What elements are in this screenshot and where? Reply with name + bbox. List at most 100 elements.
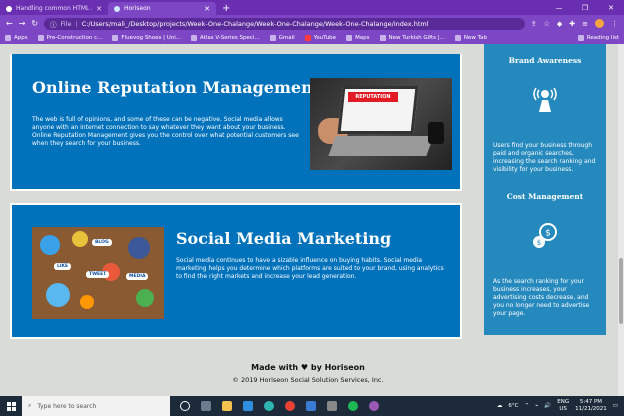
maps-icon	[346, 35, 353, 41]
puzzle-icon[interactable]: ✚	[569, 20, 575, 28]
tab-title: Horiseon	[124, 5, 151, 12]
bookmark-gmail[interactable]: Gmail	[269, 35, 295, 41]
section-title: Social Media Marketing	[176, 229, 392, 248]
brand-awareness-text: Users find your business through paid an…	[493, 142, 596, 173]
tab-favicon-icon	[114, 5, 120, 12]
image-label: TWEET	[86, 271, 110, 278]
close-window-icon[interactable]: ✕	[598, 4, 624, 12]
task-view-icon[interactable]	[180, 401, 190, 411]
page-viewport: Online Reputation Management The web is …	[0, 44, 624, 396]
search-icon: ⌕	[28, 402, 32, 409]
address-bar[interactable]: ⓘ File | C:/Users/mali_/Desktop/projects…	[44, 17, 525, 30]
coins-gear-icon: $ $	[533, 223, 557, 248]
bookmark-star-icon[interactable]: ☆	[544, 20, 550, 28]
close-tab-icon[interactable]: ✕	[204, 5, 210, 13]
section-title: Online Reputation Management	[32, 78, 321, 97]
language-indicator[interactable]: ENG US	[557, 399, 569, 413]
minimize-icon[interactable]: —	[546, 4, 572, 12]
bookmark-favicon-icon	[379, 35, 386, 41]
mail-icon[interactable]	[306, 401, 316, 411]
bookmark-favicon-icon	[112, 35, 119, 41]
share-icon[interactable]: ⇪	[531, 20, 537, 28]
spotify-icon[interactable]	[348, 401, 358, 411]
network-icon[interactable]: ⌁	[535, 403, 538, 409]
page-scrollbar[interactable]	[618, 44, 624, 396]
svg-text:$: $	[545, 229, 551, 239]
close-tab-icon[interactable]: ✕	[96, 5, 102, 13]
section-text: Social media continues to have a sizable…	[176, 257, 444, 280]
cost-management-title: Cost Management	[506, 192, 584, 201]
scheme-label: File	[60, 19, 72, 28]
windows-taskbar: ⌕ Type here to search ☁ 6°C ⌃ ⌁ 🔊 ENG US…	[0, 396, 624, 416]
bookmark-item[interactable]: Fluevog Shoes | Uni...	[112, 35, 181, 41]
scrollbar-thumb[interactable]	[619, 258, 623, 324]
bookmark-favicon-icon	[454, 35, 461, 41]
search-placeholder: Type here to search	[37, 402, 97, 410]
volume-icon[interactable]: 🔊	[544, 403, 551, 409]
profile-avatar[interactable]	[595, 19, 604, 28]
section-text: The web is full of opinions, and some of…	[32, 116, 299, 147]
clock[interactable]: 5:47 PM 11/21/2021	[575, 399, 607, 413]
reload-icon[interactable]: ↻	[31, 19, 38, 28]
media-icon[interactable]: ≡	[582, 20, 588, 28]
weather-temp: 6°C	[508, 403, 519, 409]
forward-arrow-icon[interactable]: →	[19, 19, 26, 28]
svg-text:$: $	[537, 239, 541, 247]
browser-icon[interactable]	[369, 401, 379, 411]
widgets-icon[interactable]	[201, 401, 211, 411]
bookmark-favicon-icon	[37, 35, 44, 41]
reputation-laptop-image: REPUTATION	[310, 78, 452, 170]
cost-management-text: As the search ranking for your business …	[493, 278, 590, 317]
weather-icon[interactable]: ☁	[497, 403, 503, 409]
bookmark-new-tab[interactable]: New Tab	[454, 35, 487, 41]
taskbar-search-input[interactable]: ⌕ Type here to search	[22, 396, 170, 416]
new-tab-plus-icon[interactable]: +	[222, 3, 230, 14]
start-button[interactable]	[0, 396, 22, 416]
tray-chevron-icon[interactable]: ⌃	[524, 403, 529, 409]
reading-list[interactable]: Reading list	[577, 35, 619, 41]
back-arrow-icon[interactable]: ←	[6, 19, 13, 28]
notifications-icon[interactable]: ▭	[613, 403, 618, 409]
pinned-apps	[180, 401, 379, 411]
edge-icon[interactable]	[264, 401, 274, 411]
bookmark-favicon-icon	[191, 35, 198, 41]
bookmark-apps[interactable]: Apps	[5, 35, 28, 41]
bookmark-item[interactable]: Atlas V-Series Speci...	[191, 35, 260, 41]
extension-icon[interactable]: ◆	[557, 20, 562, 28]
brand-awareness-title: Brand Awareness	[508, 56, 582, 65]
bookmark-maps[interactable]: Maps	[346, 35, 370, 41]
social-media-image: BLOG TWEET MEDIA LIKE	[32, 227, 164, 319]
browser-toolbar: ← → ↻ ⓘ File | C:/Users/mali_/Desktop/pr…	[0, 15, 624, 32]
broadcast-person-icon	[533, 87, 557, 112]
system-tray: ☁ 6°C ⌃ ⌁ 🔊 ENG US 5:47 PM 11/21/2021 ▭	[497, 399, 624, 413]
tab-title: Handling common HTML and CS	[16, 5, 92, 12]
apps-grid-icon	[5, 35, 11, 41]
image-label: BLOG	[92, 239, 112, 246]
footer-made-with: Made with ♥ by Horiseon	[251, 363, 365, 372]
store-icon[interactable]	[327, 401, 337, 411]
url-text: C:/Users/mali_/Desktop/projects/Week-One…	[81, 19, 429, 28]
tab-handling-html[interactable]: Handling common HTML and CS ✕	[0, 2, 108, 15]
file-explorer-icon[interactable]	[222, 401, 232, 411]
chrome-icon[interactable]	[285, 401, 295, 411]
menu-kebab-icon[interactable]: ⋮	[611, 20, 618, 28]
reading-list-icon	[577, 35, 584, 41]
tab-favicon-icon	[6, 5, 12, 12]
bookmarks-bar: Apps Pre-Construction c... Fluevog Shoes…	[0, 32, 624, 44]
social-media-section: BLOG TWEET MEDIA LIKE Social Media Marke…	[10, 203, 462, 339]
footer-copyright: © 2019 Horiseon Social Solution Services…	[232, 376, 384, 384]
window-controls: — ❐ ✕	[546, 0, 624, 15]
windows-logo-icon	[6, 401, 16, 411]
reputation-banner: REPUTATION	[348, 92, 398, 102]
bookmark-youtube[interactable]: YouTube	[304, 35, 336, 41]
bookmark-item[interactable]: New Turkish Gifts |...	[379, 35, 445, 41]
bookmark-item[interactable]: Pre-Construction c...	[37, 35, 102, 41]
benefits-sidebar: Brand Awareness Users find your business…	[484, 44, 606, 335]
extensions-area: ⇪ ☆ ◆ ✚ ≡ ⋮	[531, 19, 618, 28]
maximize-icon[interactable]: ❐	[572, 4, 598, 12]
tab-horiseon[interactable]: Horiseon ✕	[108, 2, 216, 15]
vscode-icon[interactable]	[243, 401, 253, 411]
info-icon[interactable]: ⓘ	[50, 19, 57, 29]
browser-tab-bar: Handling common HTML and CS ✕ Horiseon ✕…	[0, 0, 624, 15]
online-reputation-section: Online Reputation Management The web is …	[10, 54, 462, 191]
